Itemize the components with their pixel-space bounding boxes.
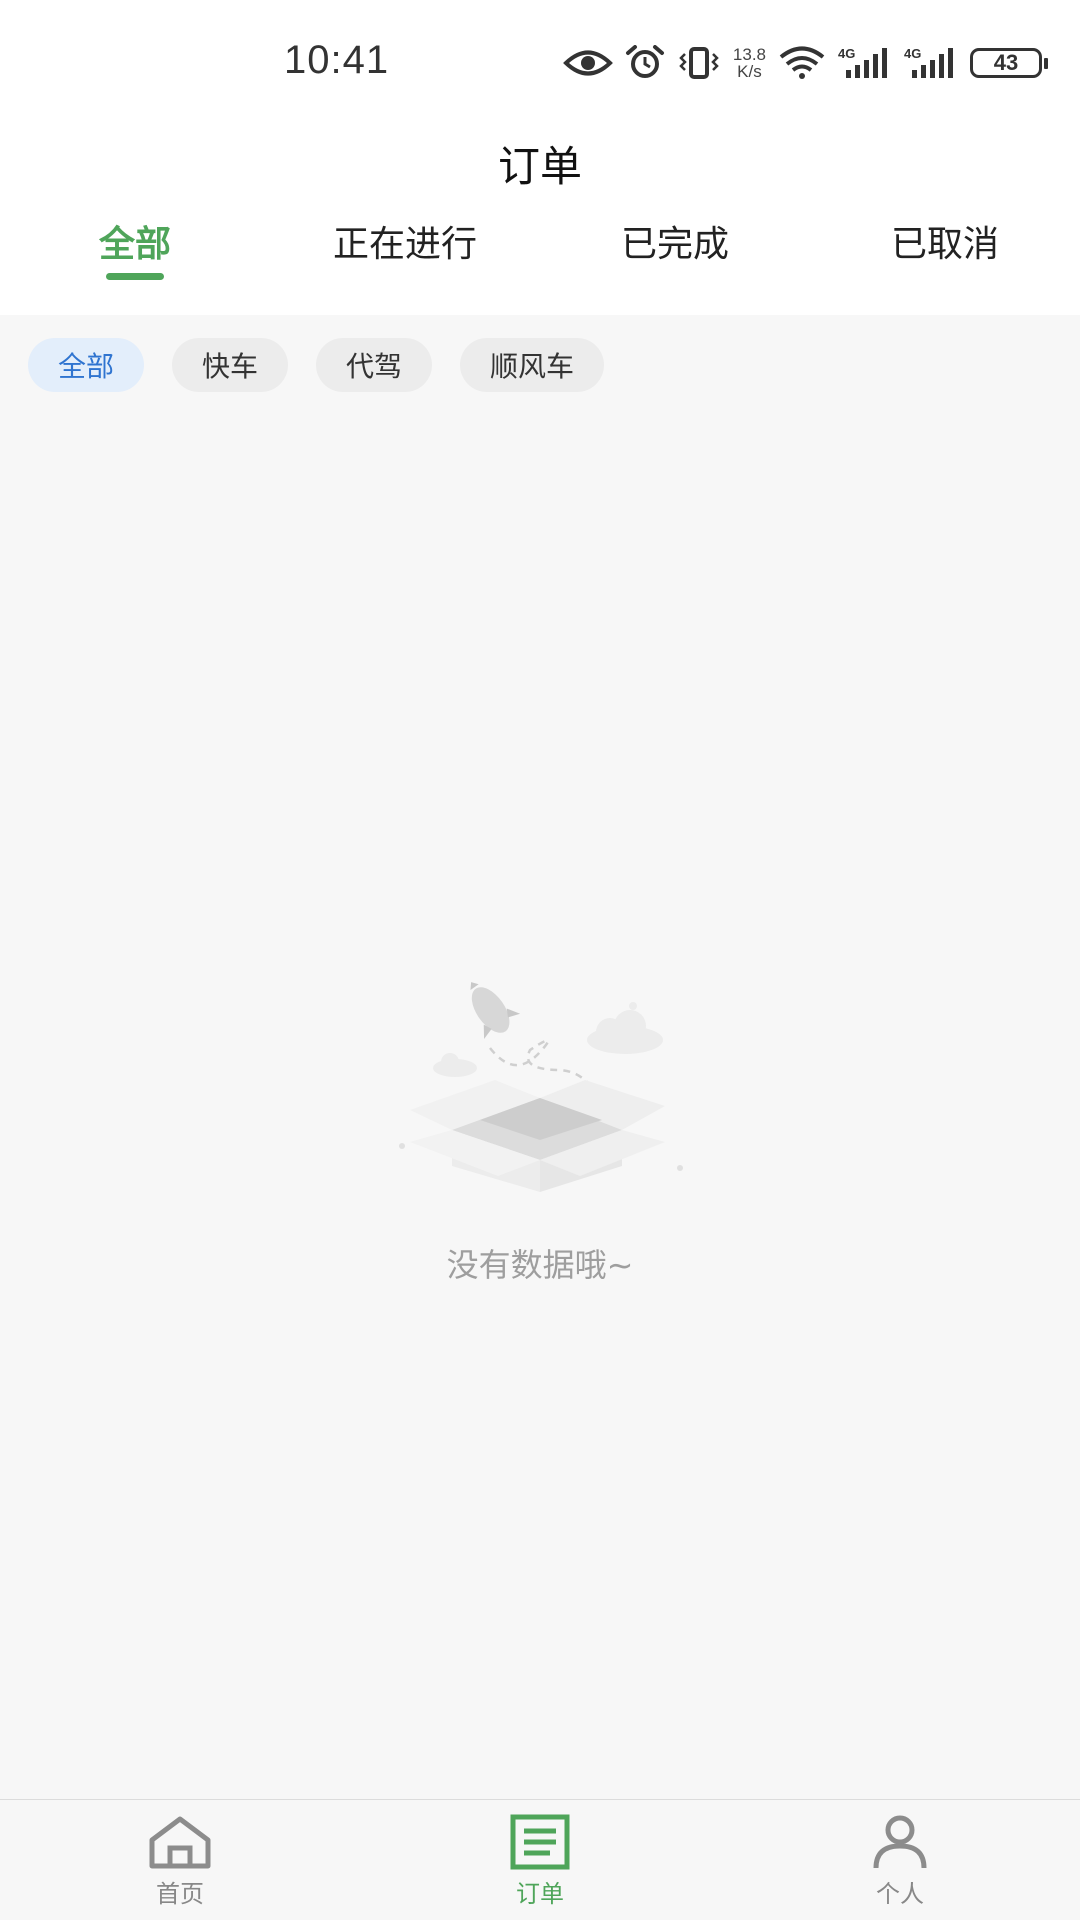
signal-icon: 4G <box>838 46 892 80</box>
nav-item-profile[interactable]: 个人 <box>820 1814 980 1909</box>
net-speed-unit: K/s <box>737 62 762 81</box>
battery-icon: 43 <box>970 48 1048 78</box>
chip-express[interactable]: 快车 <box>172 338 289 392</box>
bottom-nav: 首页 订单 个人 <box>0 1799 1080 1920</box>
home-icon <box>100 1814 260 1870</box>
chip-designated-driver[interactable]: 代驾 <box>316 338 433 392</box>
tab-label: 已取消 <box>890 224 999 265</box>
eye-icon <box>563 48 613 78</box>
tab-label: 全部 <box>98 224 171 265</box>
status-icons: 13.8 K/s 4G 4G 43 <box>563 40 1048 86</box>
nav-label: 个人 <box>876 1880 924 1908</box>
nav-item-orders[interactable]: 订单 <box>460 1814 620 1909</box>
battery-level: 43 <box>993 50 1019 75</box>
tab-active-indicator <box>106 273 164 280</box>
tab-all[interactable]: 全部 <box>0 215 270 280</box>
order-status-tabs: 全部 正在进行 已完成 已取消 <box>0 215 1080 315</box>
vibrate-icon <box>677 46 721 80</box>
tab-cancelled[interactable]: 已取消 <box>810 215 1080 267</box>
nav-label: 订单 <box>516 1880 564 1908</box>
tab-in-progress[interactable]: 正在进行 <box>270 215 540 267</box>
alarm-icon <box>625 45 665 81</box>
net-speed: 13.8 K/s <box>733 46 766 80</box>
chip-carpool[interactable]: 顺风车 <box>460 338 605 392</box>
status-time: 10:41 <box>284 38 390 82</box>
page-title: 订单 <box>497 142 582 191</box>
nav-label: 首页 <box>156 1880 204 1908</box>
header: 订单 全部 正在进行 已完成 已取消 <box>0 115 1080 315</box>
chip-all[interactable]: 全部 <box>28 338 145 392</box>
tab-label: 正在进行 <box>332 224 477 265</box>
network-type-label: 4G <box>904 46 921 61</box>
network-type-label: 4G <box>838 46 855 61</box>
signal-icon: 4G <box>904 46 958 80</box>
wifi-icon <box>778 46 826 80</box>
nav-item-home[interactable]: 首页 <box>100 1814 260 1909</box>
empty-box-icon <box>390 980 690 1200</box>
tab-completed[interactable]: 已完成 <box>540 215 810 267</box>
service-type-filter: 全部 快车 代驾 顺风车 <box>28 338 605 392</box>
tab-label: 已完成 <box>620 224 729 265</box>
order-list-icon <box>460 1814 620 1870</box>
person-icon <box>820 1814 980 1870</box>
status-bar: 10:41 13.8 K/s 4G 4G 43 <box>0 0 1080 115</box>
empty-state-message: 没有数据哦~ <box>446 1246 634 1284</box>
